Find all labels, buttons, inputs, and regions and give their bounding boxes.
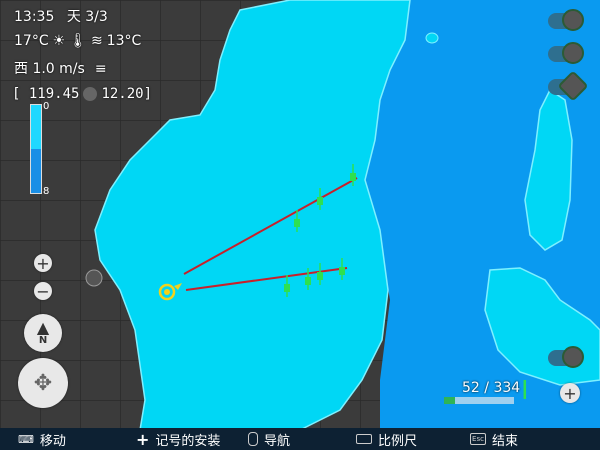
add-button[interactable]: + xyxy=(560,383,580,403)
catch-progress xyxy=(444,397,514,404)
water-temp-text: 13°C xyxy=(106,33,142,49)
compass-button[interactable]: ▲ N xyxy=(24,314,62,352)
scale-label: 比例尺 xyxy=(378,433,418,449)
rod-icon xyxy=(562,346,584,368)
bait-icon xyxy=(562,42,584,64)
depth-max-label: 8 xyxy=(43,186,50,197)
esc-key-icon: Esc xyxy=(470,433,486,445)
dpad-small-icon: ⌨ xyxy=(18,432,34,446)
water-waves-icon: ≋ xyxy=(90,33,103,49)
wind-text: 西 1.0 m/s xyxy=(14,61,85,77)
catch-counter: 52 / 334 xyxy=(462,381,520,395)
float-status-icon: ┃ xyxy=(520,380,530,399)
navigate-action[interactable]: 导航 xyxy=(248,430,290,449)
install-marker-action[interactable]: + 记号的安装 xyxy=(136,430,220,449)
toggle-rod[interactable] xyxy=(548,346,584,368)
air-temp-text: 17°C xyxy=(14,33,49,49)
move-label: 移动 xyxy=(39,433,66,449)
temperature-row: 17°C ☀ 🌡 ≋ 13°C xyxy=(14,34,141,48)
day-text: 天 3/3 xyxy=(66,9,108,25)
wind-row: 西 1.0 m/s ≡ xyxy=(14,62,107,76)
coord-left: [ 119.45 xyxy=(12,86,80,102)
thermometer-icon: 🌡 xyxy=(69,33,87,49)
zoom-out-button[interactable]: − xyxy=(34,282,52,301)
move-action[interactable]: ⌨ 移动 xyxy=(18,430,66,449)
anchor-icon[interactable] xyxy=(85,269,103,287)
float-icon xyxy=(562,9,584,31)
compass-label: N xyxy=(38,334,48,346)
clock: 13:35 天 3/3 xyxy=(14,10,108,24)
islet xyxy=(425,32,439,44)
catch-total: 334 xyxy=(493,380,521,396)
catch-current: 52 xyxy=(462,380,480,396)
time-text: 13:35 xyxy=(14,9,55,25)
navigate-label: 导航 xyxy=(264,433,291,449)
toggle-float[interactable] xyxy=(548,9,584,31)
plus-icon: + xyxy=(136,429,150,449)
depth-min-label: 0 xyxy=(43,101,50,112)
wind-icon: ≡ xyxy=(94,61,107,77)
end-action[interactable]: Esc 结束 xyxy=(470,430,518,449)
dpad-icon: ✥ xyxy=(33,370,53,396)
zoom-in-button[interactable]: + xyxy=(34,254,52,273)
compass-icon: ▲ xyxy=(36,317,50,337)
mouse-icon xyxy=(248,432,258,446)
coord-right: 12.20] xyxy=(101,86,153,102)
person-icon xyxy=(83,87,98,101)
dpad-control[interactable]: ✥ xyxy=(18,358,68,408)
scale-action[interactable]: 比例尺 xyxy=(356,430,417,449)
catch-separator: / xyxy=(484,380,489,396)
toggle-bait[interactable] xyxy=(548,42,584,64)
catch-progress-fill xyxy=(444,397,455,404)
depth-scale xyxy=(30,104,42,194)
toggle-marker[interactable] xyxy=(548,70,589,102)
bottom-bar: ⌨ 移动 + 记号的安装 导航 比例尺 Esc 结束 xyxy=(0,428,600,450)
scroll-icon xyxy=(356,434,372,444)
depth-deep xyxy=(31,149,41,193)
end-label: 结束 xyxy=(492,433,519,449)
sun-icon: ☀ xyxy=(52,33,66,49)
install-marker-label: 记号的安装 xyxy=(155,433,221,449)
depth-shallow xyxy=(31,105,41,149)
coordinates: [ 119.45 12.20] xyxy=(12,87,152,101)
